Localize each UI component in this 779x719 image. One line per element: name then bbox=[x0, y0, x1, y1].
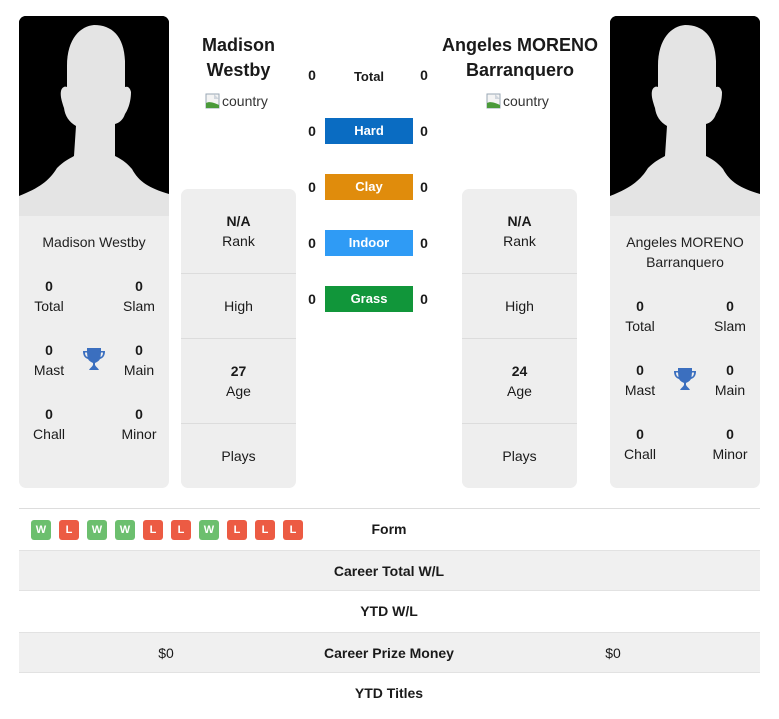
surface-indoor-p1: 0 bbox=[308, 235, 316, 251]
career-wl-row: Career Total W/L bbox=[19, 550, 760, 591]
player2-titles-mast: 0 Mast bbox=[624, 362, 656, 398]
surface-hard-p1: 0 bbox=[308, 123, 316, 139]
player2-stats: N/A Rank High 24 Age Plays bbox=[462, 189, 577, 488]
player1-card: Madison Westby 0 Total 0 Slam 0 Mast 0 Main … bbox=[19, 16, 169, 488]
player1-plays: Plays bbox=[221, 448, 256, 464]
form-badge-win: W bbox=[115, 520, 135, 540]
player2-titles-slam: 0 Slam bbox=[714, 298, 746, 334]
form-row: WLWWLLWLLL Form bbox=[19, 509, 760, 550]
player2-card-name-line2: Barranquero bbox=[646, 254, 724, 270]
player1-high: High bbox=[181, 274, 296, 339]
player1-prize-money: $0 bbox=[158, 645, 174, 661]
surface-grass-label: Grass bbox=[325, 286, 413, 312]
form-badge-win: W bbox=[87, 520, 107, 540]
surface-total-p2: 0 bbox=[420, 67, 428, 83]
player2-country-flag: country bbox=[486, 93, 549, 109]
career-wl-label: Career Total W/L bbox=[333, 563, 445, 579]
broken-image-icon bbox=[205, 93, 221, 109]
player1-titles-minor: 0 Minor bbox=[121, 406, 157, 442]
form-badge-loss: L bbox=[143, 520, 163, 540]
player1-card-name: Madison Westby bbox=[42, 234, 146, 250]
form-badge-win: W bbox=[199, 520, 219, 540]
player2-name-link[interactable]: Angeles MORENO Barranquero bbox=[440, 33, 600, 83]
player1-titles-chall: 0 Chall bbox=[33, 406, 65, 442]
player2-titles-total: 0 Total bbox=[625, 298, 655, 334]
surface-clay-p2: 0 bbox=[420, 179, 428, 195]
ytd-titles-row: YTD Titles bbox=[19, 673, 760, 714]
player2-titles-minor: 0 Minor bbox=[712, 426, 748, 462]
player2-card-name-line1: Angeles MORENO bbox=[626, 234, 744, 250]
player1-stats: N/A Rank High 27 Age Plays bbox=[181, 189, 296, 488]
form-badge-loss: L bbox=[227, 520, 247, 540]
prize-money-label: Career Prize Money bbox=[324, 645, 454, 661]
form-badge-win: W bbox=[31, 520, 51, 540]
ytd-wl-label: YTD W/L bbox=[360, 603, 418, 619]
player2-rank: N/A Rank bbox=[462, 189, 577, 274]
surface-grass-p2: 0 bbox=[420, 291, 428, 307]
player2-high: High bbox=[462, 274, 577, 339]
player1-titles-main: 0 Main bbox=[123, 342, 155, 378]
player1-name-link[interactable]: Madison Westby bbox=[180, 33, 297, 83]
form-badge-loss: L bbox=[255, 520, 275, 540]
ytd-wl-row: YTD W/L bbox=[19, 591, 760, 632]
surface-total-p1: 0 bbox=[308, 67, 316, 83]
player2-age: 24 Age bbox=[462, 339, 577, 424]
form-badge-loss: L bbox=[171, 520, 191, 540]
player1-country-flag: country bbox=[205, 93, 268, 109]
player2-titles-main: 0 Main bbox=[714, 362, 746, 398]
player1-titles-slam: 0 Slam bbox=[123, 278, 155, 314]
player1-photo bbox=[19, 16, 169, 216]
player2-card-name: Angeles MORENO Barranquero bbox=[610, 232, 760, 272]
player2-prize-money: $0 bbox=[605, 645, 621, 661]
surface-grass-p1: 0 bbox=[308, 291, 316, 307]
player2-titles-chall: 0 Chall bbox=[624, 426, 656, 462]
avatar-silhouette-icon bbox=[19, 16, 169, 216]
player2-plays: Plays bbox=[502, 448, 537, 464]
ytd-titles-label: YTD Titles bbox=[354, 685, 424, 701]
surface-total-label: Total bbox=[353, 69, 385, 84]
surface-clay-p1: 0 bbox=[308, 179, 316, 195]
player1-titles-mast: 0 Mast bbox=[33, 342, 65, 378]
trophy-icon bbox=[672, 366, 698, 392]
player1-form: WLWWLLWLLL bbox=[31, 520, 303, 540]
form-label: Form bbox=[371, 521, 407, 537]
player1-titles-total: 0 Total bbox=[34, 278, 64, 314]
player2-card: Angeles MORENO Barranquero 0 Total 0 Slam … bbox=[610, 16, 760, 488]
surface-hard-p2: 0 bbox=[420, 123, 428, 139]
form-badge-loss: L bbox=[59, 520, 79, 540]
surface-indoor-p2: 0 bbox=[420, 235, 428, 251]
surface-clay-label: Clay bbox=[325, 174, 413, 200]
surface-hard-label: Hard bbox=[325, 118, 413, 144]
surface-indoor-label: Indoor bbox=[325, 230, 413, 256]
player2-photo bbox=[610, 16, 760, 216]
player1-rank: N/A Rank bbox=[181, 189, 296, 274]
player1-age: 27 Age bbox=[181, 339, 296, 424]
avatar-silhouette-icon bbox=[610, 16, 760, 216]
prize-money-row: $0 Career Prize Money $0 bbox=[19, 632, 760, 673]
broken-image-icon bbox=[486, 93, 502, 109]
trophy-icon bbox=[81, 346, 107, 372]
